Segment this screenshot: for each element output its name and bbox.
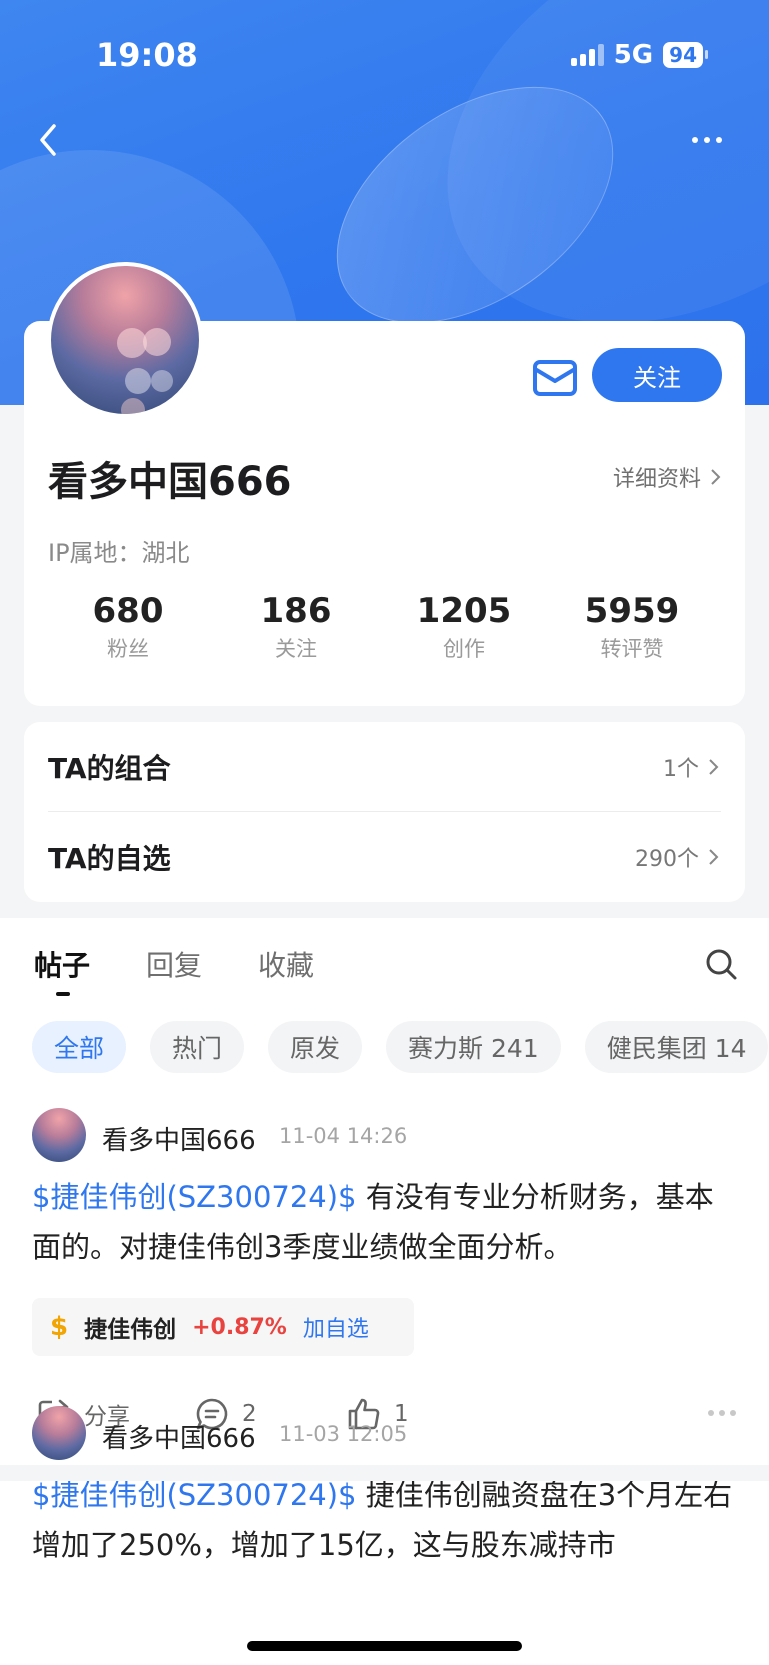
mail-icon[interactable] bbox=[529, 352, 581, 404]
post-avatar[interactable] bbox=[32, 1108, 86, 1162]
list-title: TA的自选 bbox=[48, 842, 171, 875]
status-time: 19:08 bbox=[96, 36, 198, 74]
avatar[interactable] bbox=[47, 262, 203, 418]
post-time: 11-03 12:05 bbox=[279, 1422, 408, 1446]
list-row-watchlist[interactable]: TA的自选 290个 bbox=[48, 812, 721, 902]
post-username[interactable]: 看多中国666 bbox=[102, 1418, 256, 1455]
stock-change: +0.87% bbox=[192, 1314, 287, 1340]
post-avatar[interactable] bbox=[32, 1406, 86, 1460]
tab-favorites[interactable]: 收藏 bbox=[258, 944, 314, 984]
status-bar: 19:08 5G 94 bbox=[0, 0, 769, 100]
stat-label: 创作 bbox=[443, 637, 485, 661]
stat-following[interactable]: 186 关注 bbox=[212, 591, 380, 663]
stat-creations[interactable]: 1205 创作 bbox=[380, 591, 548, 663]
stock-tag-link[interactable]: $捷佳伟创(SZ300724)$ bbox=[32, 1478, 357, 1512]
portfolio-card: TA的组合 1个 TA的自选 290个 bbox=[24, 722, 745, 902]
tab-replies[interactable]: 回复 bbox=[146, 944, 202, 984]
signal-icon bbox=[570, 44, 604, 66]
chip-original[interactable]: 原发 bbox=[268, 1021, 363, 1073]
post-time: 11-04 14:26 bbox=[279, 1124, 408, 1148]
chip-hot[interactable]: 热门 bbox=[150, 1021, 245, 1073]
network-label: 5G bbox=[613, 40, 654, 70]
post-text: $捷佳伟创(SZ300724)$ 捷佳伟创融资盘在3个月左右增加了250%，增加… bbox=[32, 1470, 737, 1570]
post-username[interactable]: 看多中国666 bbox=[102, 1120, 256, 1157]
status-indicators: 5G 94 bbox=[570, 40, 708, 70]
post-item[interactable]: 看多中国666 11-03 12:05 $捷佳伟创(SZ300724)$ 捷佳伟… bbox=[0, 1406, 769, 1665]
add-watchlist-button[interactable]: 加自选 bbox=[303, 1311, 369, 1343]
chevron-right-icon bbox=[711, 469, 721, 485]
stock-tag-link[interactable]: $捷佳伟创(SZ300724)$ bbox=[32, 1180, 357, 1214]
detail-info-link[interactable]: 详细资料 bbox=[613, 461, 723, 493]
stock-card[interactable]: $ 捷佳伟创 +0.87% 加自选 bbox=[32, 1298, 414, 1356]
section-divider bbox=[0, 1465, 769, 1481]
chevron-right-icon bbox=[709, 849, 719, 865]
list-title: TA的组合 bbox=[48, 751, 171, 785]
stat-value: 680 bbox=[92, 591, 164, 631]
ip-location: IP属地：湖北 bbox=[48, 539, 190, 567]
list-row-portfolio[interactable]: TA的组合 1个 bbox=[48, 722, 721, 812]
list-value: 1个 bbox=[663, 756, 699, 782]
feed-tabs: 帖子 回复 收藏 bbox=[34, 944, 314, 996]
user-name: 看多中国666 bbox=[48, 459, 292, 505]
tab-posts[interactable]: 帖子 bbox=[34, 944, 90, 996]
more-dots-icon[interactable] bbox=[687, 130, 727, 150]
feed-section: 帖子 回复 收藏 全部 热门 原发 赛力斯 241 健民集团 14 看多中国66… bbox=[0, 918, 769, 1665]
profile-stats: 680 粉丝 186 关注 1205 创作 5959 转评赞 bbox=[24, 591, 745, 663]
stat-interactions[interactable]: 5959 转评赞 bbox=[548, 591, 716, 663]
home-indicator[interactable] bbox=[247, 1641, 522, 1651]
search-icon[interactable] bbox=[703, 946, 739, 982]
stat-label: 粉丝 bbox=[107, 637, 149, 661]
list-value-wrap: 290个 bbox=[635, 841, 721, 873]
follow-button[interactable]: 关注 bbox=[592, 348, 722, 402]
stat-label: 转评赞 bbox=[600, 637, 664, 661]
list-value: 290个 bbox=[635, 847, 699, 872]
detail-info-label: 详细资料 bbox=[612, 467, 701, 492]
stat-value: 1205 bbox=[416, 591, 512, 631]
chevron-right-icon bbox=[709, 758, 719, 775]
stat-value: 186 bbox=[260, 591, 332, 631]
chip-all[interactable]: 全部 bbox=[32, 1021, 127, 1073]
chip-stock[interactable]: 健民集团 14 bbox=[584, 1021, 769, 1073]
stock-name: 捷佳伟创 bbox=[84, 1317, 177, 1343]
list-value-wrap: 1个 bbox=[663, 751, 721, 783]
filter-chips: 全部 热门 原发 赛力斯 241 健民集团 14 bbox=[32, 1021, 769, 1073]
stat-fans[interactable]: 680 粉丝 bbox=[44, 591, 212, 663]
stat-value: 5959 bbox=[584, 591, 680, 631]
battery-icon: 94 bbox=[663, 42, 708, 68]
chip-stock[interactable]: 赛力斯 241 bbox=[386, 1021, 561, 1073]
dollar-icon: $ bbox=[50, 1312, 69, 1342]
stat-label: 关注 bbox=[275, 637, 317, 661]
chevron-left-icon[interactable] bbox=[30, 120, 70, 160]
post-text: $捷佳伟创(SZ300724)$ 有没有专业分析财务，基本面的。对捷佳伟创3季度… bbox=[32, 1172, 737, 1272]
post-item[interactable]: 看多中国666 11-04 14:26 $捷佳伟创(SZ300724)$ 有没有… bbox=[0, 1108, 769, 1430]
